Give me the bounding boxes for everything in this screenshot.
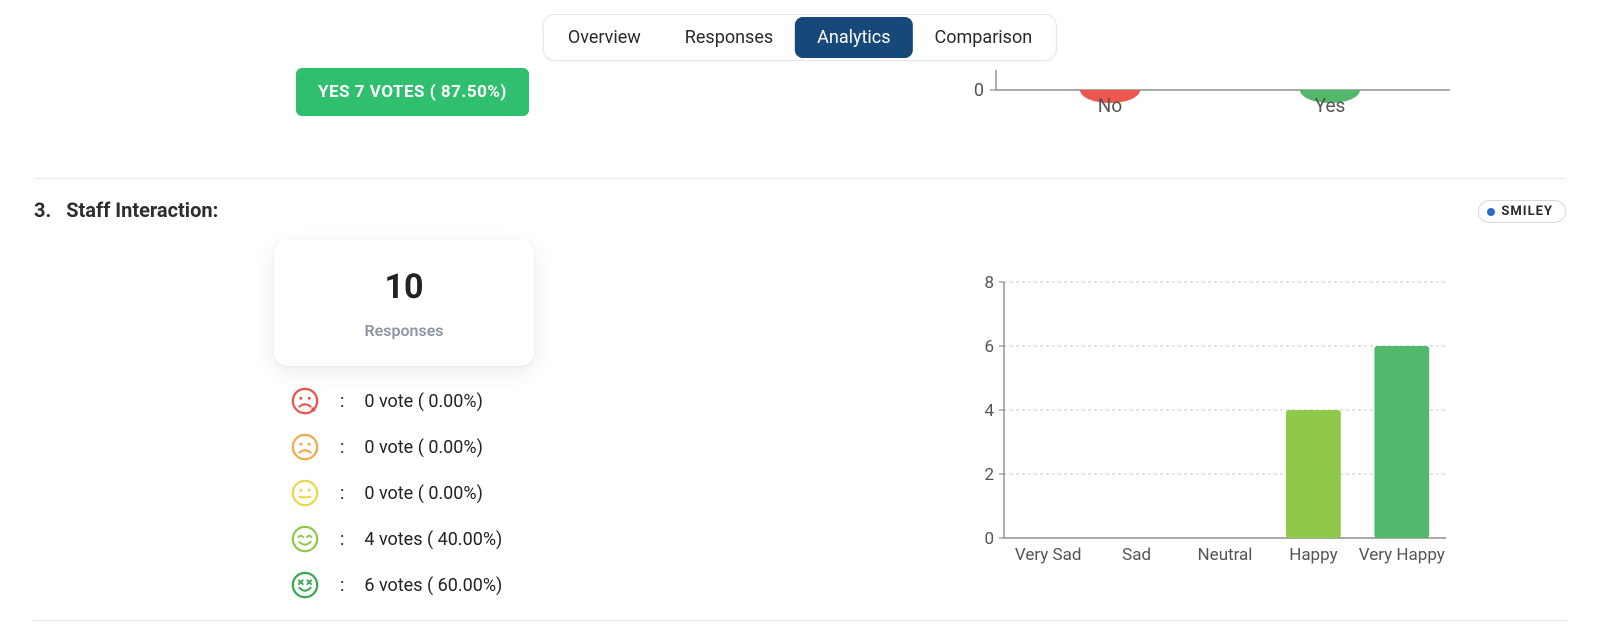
vote-row-sad: : 0 vote ( 0.00%) — [290, 432, 502, 462]
section-divider — [34, 178, 1566, 179]
tab-responses[interactable]: Responses — [663, 17, 795, 58]
vote-text: 0 vote ( 0.00%) — [364, 483, 483, 504]
svg-text:8: 8 — [984, 273, 994, 293]
very-happy-icon — [290, 570, 320, 600]
svg-text:No: No — [1098, 94, 1122, 117]
question-type-label: SMILEY — [1501, 204, 1553, 219]
colon: : — [340, 437, 344, 458]
section-header: 3. Staff Interaction: — [34, 198, 218, 222]
svg-text:Very Sad: Very Sad — [1015, 545, 1082, 565]
dot-icon — [1487, 208, 1495, 216]
smiley-vote-list: : 0 vote ( 0.00%) : 0 vote ( 0.00%) : 0 … — [290, 386, 502, 600]
vote-row-very-happy: : 6 votes ( 60.00%) — [290, 570, 502, 600]
very-sad-icon — [290, 386, 320, 416]
responses-card: 10 Responses — [274, 240, 534, 366]
responses-count: 10 — [384, 267, 423, 307]
svg-text:4: 4 — [984, 401, 994, 421]
vote-row-very-sad: : 0 vote ( 0.00%) — [290, 386, 502, 416]
svg-text:Neutral: Neutral — [1198, 545, 1253, 565]
yes-votes-chip: YES 7 VOTES ( 87.50%) — [296, 68, 529, 116]
svg-text:2: 2 — [984, 465, 994, 485]
svg-text:Happy: Happy — [1289, 545, 1337, 565]
section-divider-bottom — [34, 620, 1566, 621]
svg-text:0: 0 — [984, 529, 994, 549]
vote-text: 6 votes ( 60.00%) — [364, 575, 502, 596]
mini-yesno-chart: 0 No Yes — [970, 60, 1450, 120]
svg-text:Sad: Sad — [1122, 545, 1151, 565]
question-type-badge: SMILEY — [1478, 200, 1566, 223]
tab-overview[interactable]: Overview — [546, 17, 663, 58]
vote-text: 0 vote ( 0.00%) — [364, 437, 483, 458]
tab-analytics[interactable]: Analytics — [795, 17, 912, 58]
svg-text:Yes: Yes — [1315, 94, 1346, 117]
sad-icon — [290, 432, 320, 462]
responses-label: Responses — [364, 321, 443, 340]
svg-text:0: 0 — [974, 80, 984, 101]
colon: : — [340, 529, 344, 550]
vote-text: 4 votes ( 40.00%) — [364, 529, 502, 550]
tab-comparison[interactable]: Comparison — [913, 17, 1055, 58]
colon: : — [340, 483, 344, 504]
neutral-icon — [290, 478, 320, 508]
svg-text:6: 6 — [984, 337, 994, 357]
colon: : — [340, 391, 344, 412]
section-title: Staff Interaction: — [66, 198, 218, 222]
vote-row-neutral: : 0 vote ( 0.00%) — [290, 478, 502, 508]
vote-row-happy: : 4 votes ( 40.00%) — [290, 524, 502, 554]
section-number: 3. — [34, 198, 51, 222]
svg-text:Very Happy: Very Happy — [1359, 545, 1445, 565]
happy-icon — [290, 524, 320, 554]
smiley-bar-chart: 0 2 4 6 8 Very Sad Sad Neutral Happy Very Happy — [970, 268, 1450, 568]
colon: : — [340, 575, 344, 596]
tab-nav: Overview Responses Analytics Comparison — [543, 14, 1057, 61]
vote-text: 0 vote ( 0.00%) — [364, 391, 483, 412]
